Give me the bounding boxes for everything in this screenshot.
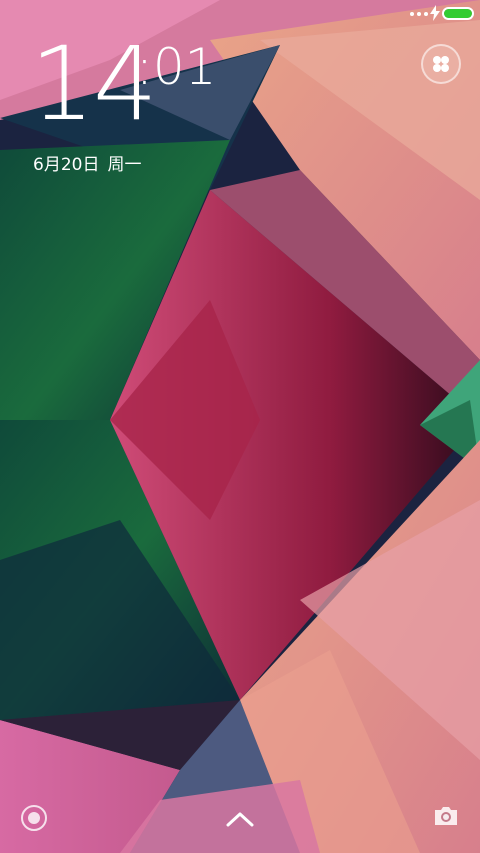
clock: 14 :01 bbox=[30, 34, 230, 144]
date-day: 6月20日 bbox=[33, 155, 100, 175]
widget-button[interactable] bbox=[421, 44, 461, 84]
chevron-up-icon[interactable] bbox=[226, 810, 254, 828]
more-dots-icon bbox=[410, 12, 428, 16]
lightning-icon bbox=[430, 5, 440, 21]
date-line: 6月20日 周一 bbox=[33, 154, 149, 176]
date-weekday: 周一 bbox=[107, 155, 142, 175]
clock-minutes: :01 bbox=[136, 38, 217, 96]
four-leaf-icon bbox=[433, 56, 449, 72]
battery-fill bbox=[444, 9, 472, 18]
circle-target-icon[interactable] bbox=[20, 804, 48, 832]
battery-icon bbox=[442, 7, 474, 20]
status-bar bbox=[0, 0, 480, 28]
camera-icon[interactable] bbox=[432, 804, 460, 828]
